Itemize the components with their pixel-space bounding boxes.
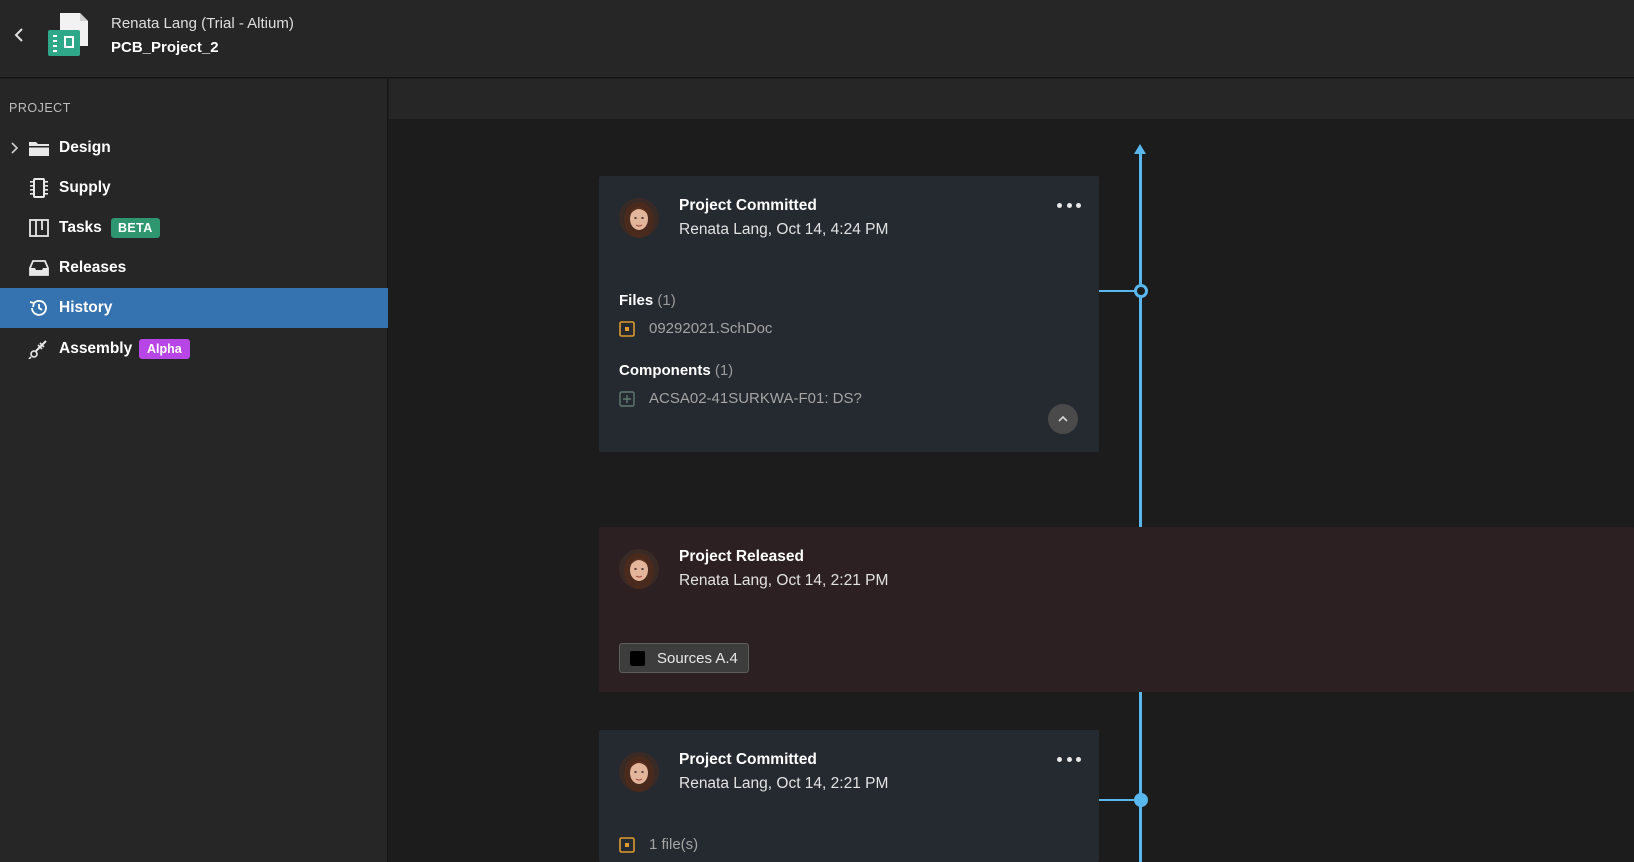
project-title: PCB_Project_2 [111,39,219,56]
workspace-owner: Renata Lang (Trial - Altium) [111,15,294,32]
sidebar: PROJECT Design Supply Tasks BETA Release… [0,79,388,862]
components-heading: Components (1) [619,362,733,379]
event-author-time: Renata Lang, Oct 14, 2:21 PM [679,775,889,792]
commit-card: Project Committed Renata Lang, Oct 14, 2… [599,730,1099,862]
inbox-icon [29,260,49,276]
release-card: Project Released Renata Lang, Oct 14, 2:… [599,527,1634,692]
timeline-line [1139,692,1142,862]
event-title: Project Committed [679,751,817,768]
top-bar: Renata Lang (Trial - Altium) PCB_Project… [0,0,1634,78]
back-button[interactable] [8,22,30,48]
chevron-right-icon[interactable] [8,141,22,155]
main-header-bar [389,79,1634,119]
event-author-time: Renata Lang, Oct 14, 2:21 PM [679,572,889,589]
board-icon [29,219,49,237]
sidebar-item-label: History [59,299,113,316]
chevron-up-icon [1058,415,1068,422]
files-heading: Files (1) [619,292,676,309]
sidebar-item-label: Tasks [59,219,102,236]
timeline-line [1139,150,1142,528]
more-options-button[interactable] [1057,754,1081,764]
sidebar-item-label: Supply [59,179,111,196]
schematic-file-icon [619,320,635,337]
sidebar-item-history[interactable]: History [0,288,388,328]
pcb-project-icon [48,13,88,56]
components-count: (1) [714,362,734,379]
commit-card: Project Committed Renata Lang, Oct 14, 4… [599,176,1099,452]
release-tag-label: Sources A.4 [657,649,738,667]
chip-icon [30,178,48,198]
file-name: 09292021.SchDoc [649,320,773,337]
sidebar-item-design[interactable]: Design [0,128,388,168]
component-added-icon [619,390,635,407]
alpha-badge: Alpha [139,339,190,359]
timeline-node[interactable] [1134,793,1148,807]
assembly-icon [28,340,47,359]
more-options-button[interactable] [1057,200,1081,210]
sidebar-section-label: PROJECT [9,101,71,115]
component-name: ACSA02-41SURKWA-F01: DS? [649,390,862,407]
sidebar-item-label: Design [59,139,111,156]
chevron-left-icon [14,28,23,42]
sidebar-item-tasks[interactable]: Tasks BETA [0,208,388,248]
files-label: Files [619,292,654,309]
event-author-time: Renata Lang, Oct 14, 4:24 PM [679,221,889,238]
event-title: Project Committed [679,197,817,214]
components-label: Components [619,362,711,379]
folder-icon [29,142,49,156]
event-title: Project Released [679,548,804,565]
collapse-button[interactable] [1048,404,1078,434]
file-summary[interactable]: 1 file(s) [619,836,698,853]
files-count: (1) [657,292,676,309]
sidebar-item-supply[interactable]: Supply [0,168,388,208]
history-icon [29,300,47,316]
release-tag[interactable]: Sources A.4 [619,643,749,673]
schematic-file-icon [619,836,635,853]
timeline-node[interactable] [1134,284,1148,298]
sidebar-item-label: Releases [59,259,127,276]
avatar [619,752,659,792]
file-count-label: 1 file(s) [649,836,699,853]
file-item[interactable]: 09292021.SchDoc [619,320,772,337]
release-color-swatch [630,650,645,666]
avatar [619,549,659,589]
beta-badge: BETA [111,218,160,238]
avatar [619,198,659,238]
sidebar-item-label: Assembly [59,340,133,357]
component-item[interactable]: ACSA02-41SURKWA-F01: DS? [619,390,862,407]
sidebar-item-releases[interactable]: Releases [0,248,388,288]
sidebar-item-assembly[interactable]: Assembly Alpha [0,329,388,369]
